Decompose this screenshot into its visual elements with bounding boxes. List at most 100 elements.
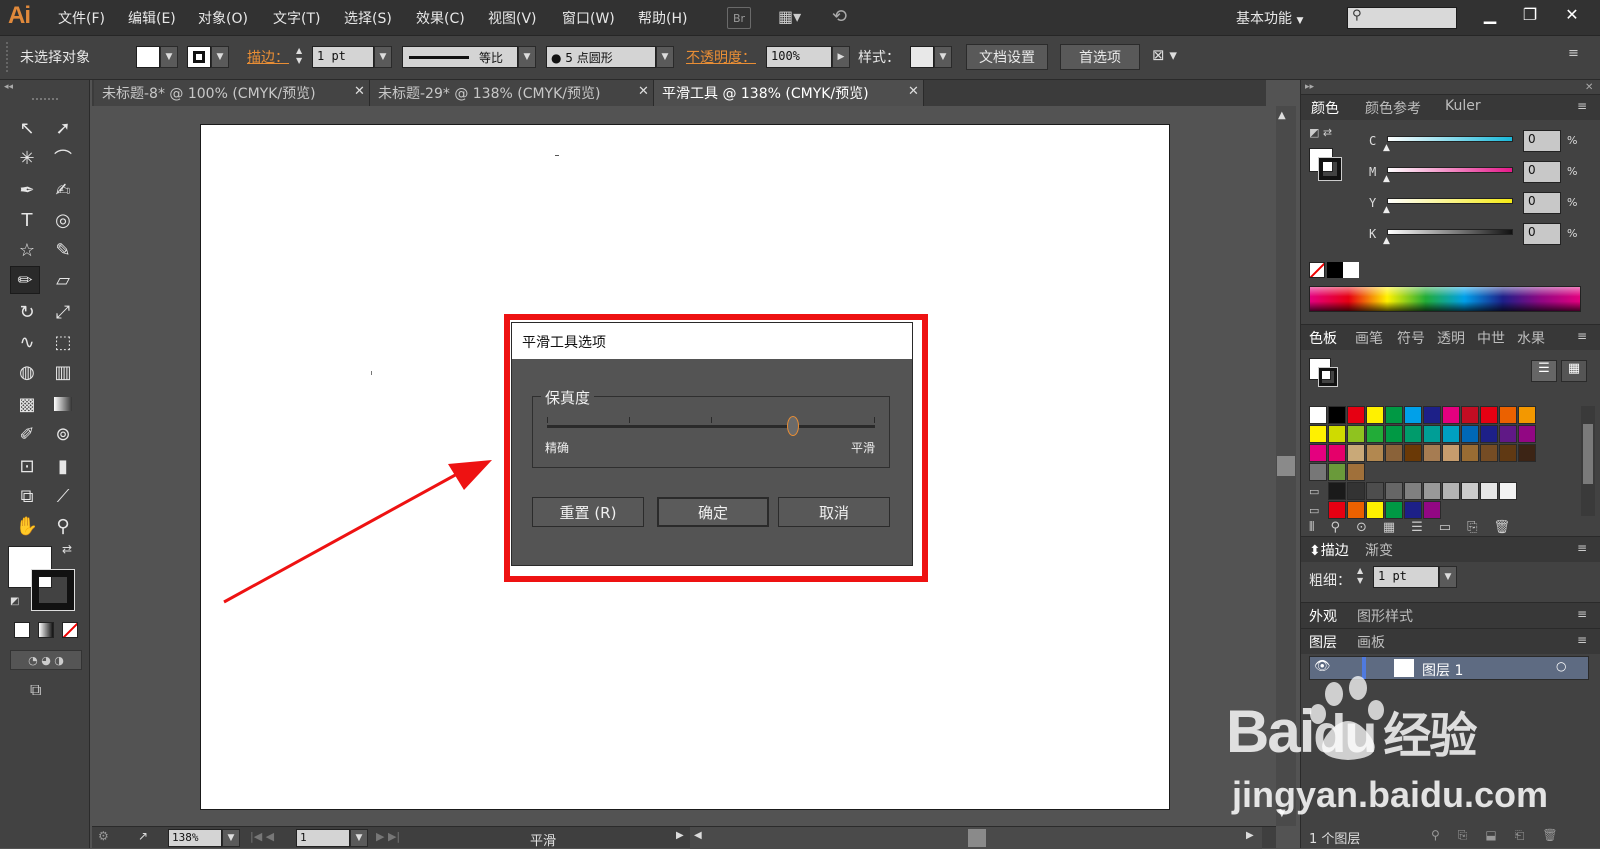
swatch-scroll-thumb[interactable]: [1583, 424, 1593, 484]
color-swatch[interactable]: [1328, 444, 1346, 462]
white-swatch[interactable]: [1343, 262, 1359, 278]
stroke-swatch[interactable]: [187, 46, 211, 68]
none-swatch[interactable]: [1309, 262, 1325, 278]
panel-stroke-weight-dropdown[interactable]: ▼: [1439, 566, 1457, 588]
last-artboard-icon[interactable]: ▶ ▶|: [376, 830, 400, 843]
tab-artboards[interactable]: 画板: [1357, 632, 1385, 652]
sync-icon[interactable]: ⟲: [832, 6, 847, 27]
color-swatch[interactable]: [1347, 406, 1365, 424]
fill-swatch[interactable]: [136, 46, 160, 68]
tab-document-29[interactable]: 未标题-29* @ 138% (CMYK/预览): [370, 80, 654, 106]
color-swatch[interactable]: [1385, 482, 1403, 500]
tab-layers[interactable]: 图层: [1309, 632, 1337, 652]
color-swatch[interactable]: [1328, 482, 1346, 500]
menu-object[interactable]: 对象(O): [198, 8, 248, 28]
stroke-profile-field[interactable]: 等比: [402, 46, 518, 68]
panel-menu-icon[interactable]: ≡: [1568, 46, 1579, 61]
color-swatch[interactable]: [1404, 425, 1422, 443]
color-swatch[interactable]: [1347, 425, 1365, 443]
stroke-weight-dropdown[interactable]: ▼: [374, 46, 392, 68]
symbol-sprayer-tool-icon[interactable]: ⊡: [12, 452, 42, 480]
tab-fruit[interactable]: 水果: [1517, 328, 1545, 348]
eraser-tool-icon[interactable]: ▱: [48, 266, 78, 294]
color-swatch[interactable]: [1404, 501, 1422, 519]
menu-window[interactable]: 窗口(W): [562, 8, 615, 28]
channel-slider-y[interactable]: [1387, 198, 1513, 204]
color-swatch[interactable]: [1385, 425, 1403, 443]
h-scroll-thumb[interactable]: [968, 829, 986, 847]
opacity-slider-button[interactable]: ▶: [832, 46, 850, 68]
collapse-icon[interactable]: ◂◂: [4, 82, 13, 92]
polar-grid-tool-icon[interactable]: ◎: [48, 206, 78, 234]
menu-file[interactable]: 文件(F): [58, 8, 105, 28]
artboard-field[interactable]: 1: [296, 829, 350, 847]
color-swatch[interactable]: [1442, 425, 1460, 443]
bridge-icon[interactable]: Br: [727, 7, 751, 29]
opacity-field[interactable]: 100%: [766, 46, 832, 68]
channel-slider-thumb[interactable]: ▲: [1383, 174, 1390, 184]
hand-tool-icon[interactable]: ✋: [12, 512, 42, 540]
restore-button[interactable]: ❐: [1510, 1, 1550, 27]
collapse-panels-icon[interactable]: ▸▸: [1305, 82, 1314, 92]
color-swatch[interactable]: [1309, 444, 1327, 462]
channel-slider-thumb[interactable]: ▲: [1383, 236, 1390, 246]
color-swatch[interactable]: [1518, 406, 1536, 424]
tab-stroke[interactable]: ⬍描边: [1309, 540, 1349, 560]
color-swatch[interactable]: [1461, 425, 1479, 443]
graphic-style-swatch[interactable]: [910, 46, 934, 68]
type-tool-icon[interactable]: T: [12, 206, 42, 234]
tab-brushes[interactable]: 画笔: [1355, 328, 1383, 348]
tab-medieval[interactable]: 中世: [1477, 328, 1505, 348]
artboard-tool-icon[interactable]: ⧉: [12, 482, 42, 510]
color-mode-icon[interactable]: [14, 622, 30, 638]
color-swatch[interactable]: [1366, 425, 1384, 443]
screen-mode-icon[interactable]: ⧉: [30, 680, 41, 700]
channel-slider-thumb[interactable]: ▲: [1383, 205, 1390, 215]
color-swatch[interactable]: [1499, 444, 1517, 462]
direct-selection-tool-icon[interactable]: ➚: [48, 114, 78, 142]
channel-slider-m[interactable]: [1387, 167, 1513, 173]
default-fill-stroke-icon[interactable]: ◩ ⇄: [1309, 126, 1332, 139]
rotate-tool-icon[interactable]: ↻: [12, 298, 42, 326]
color-swatch[interactable]: [1442, 406, 1460, 424]
panel-menu-icon[interactable]: ≡: [1577, 541, 1587, 555]
list-view-icon[interactable]: ☰: [1531, 360, 1557, 382]
minimize-button[interactable]: ▁: [1470, 1, 1510, 27]
swatch-scrollbar[interactable]: [1581, 406, 1595, 516]
gradient-tool-icon[interactable]: [48, 390, 78, 418]
tab-appearance[interactable]: 外观: [1309, 606, 1337, 626]
color-swatch[interactable]: [1366, 406, 1384, 424]
stroke-stepper[interactable]: ▲ ▼: [296, 46, 310, 68]
stroke-label[interactable]: 描边：: [247, 47, 289, 67]
color-spectrum[interactable]: [1309, 286, 1581, 312]
first-artboard-icon[interactable]: |◀ ◀: [250, 830, 274, 843]
default-colors-icon[interactable]: ◩: [10, 596, 19, 607]
panel-stroke-box[interactable]: [1318, 157, 1342, 181]
none-mode-icon[interactable]: [62, 622, 78, 638]
grid-view-icon[interactable]: ▦: [1561, 360, 1587, 382]
pattern-swatch[interactable]: [1309, 463, 1327, 481]
channel-slider-c[interactable]: [1387, 136, 1513, 142]
black-swatch[interactable]: [1327, 262, 1343, 278]
tab-smooth-tool[interactable]: 平滑工具 @ 138% (CMYK/预览): [654, 80, 924, 106]
mesh-tool-icon[interactable]: ▩: [12, 390, 42, 418]
warp-tool-icon[interactable]: ∿: [12, 328, 42, 356]
tab-symbols[interactable]: 符号: [1397, 328, 1425, 348]
target-circle-icon[interactable]: ○: [1556, 659, 1566, 673]
color-swatch[interactable]: [1480, 406, 1498, 424]
pen-tool-icon[interactable]: ✒: [12, 176, 42, 204]
zoom-dropdown[interactable]: ▼: [222, 829, 240, 847]
swatch-group-folder-icon[interactable]: ▭: [1309, 504, 1319, 517]
shape-builder-tool-icon[interactable]: ◍: [12, 358, 42, 386]
opacity-label[interactable]: 不透明度：: [686, 47, 756, 67]
status-menu-icon[interactable]: ▶: [676, 830, 684, 841]
color-swatch[interactable]: [1518, 444, 1536, 462]
brush-dropdown[interactable]: ▼: [656, 46, 674, 68]
color-swatch[interactable]: [1518, 425, 1536, 443]
stroke-weight-field[interactable]: 1 pt: [312, 46, 374, 68]
scroll-thumb[interactable]: [1277, 456, 1295, 476]
blob-brush-tool-icon[interactable]: ✎: [48, 236, 78, 264]
color-swatch[interactable]: [1461, 406, 1479, 424]
menu-help[interactable]: 帮助(H): [638, 8, 687, 28]
cancel-button[interactable]: 取消: [778, 497, 890, 527]
